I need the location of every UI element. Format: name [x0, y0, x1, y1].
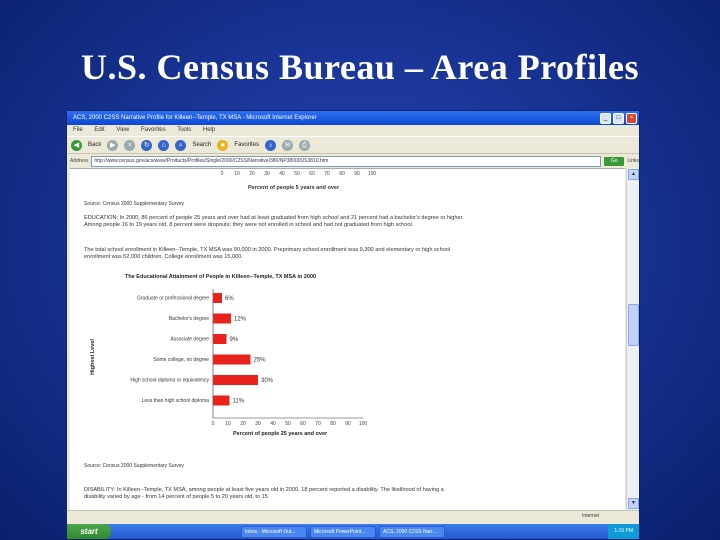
- system-tray-clock: 1:15 PM: [608, 524, 639, 539]
- back-arrow-icon[interactable]: ◀: [71, 139, 82, 151]
- bar: [213, 395, 230, 406]
- taskbar-item-outlook[interactable]: Inbox - Microsoft Out...: [241, 525, 307, 538]
- favorites-button-label[interactable]: Favorites: [234, 136, 259, 154]
- top-axis-tick-label: 50: [294, 171, 300, 177]
- bottom-source: Source: Census 2000 Supplementary Survey: [84, 463, 185, 469]
- menu-help[interactable]: Help: [203, 127, 215, 133]
- top-axis-tick-label: 0: [221, 171, 224, 177]
- category-label: High school diploma or equivalency: [130, 378, 209, 384]
- taskbar-item-browser[interactable]: ACS, 2000 C2SS Narr...: [379, 525, 445, 538]
- top-axis-tick-label: 90: [354, 171, 360, 177]
- x-tick-label: 50: [285, 421, 291, 427]
- category-label: Less than high school diploma: [142, 398, 209, 404]
- x-tick-label: 80: [330, 421, 336, 427]
- top-axis-tick-label: 70: [324, 171, 330, 177]
- bar-data-label: 25%: [254, 358, 267, 364]
- chart-title: The Educational Attainment of People in …: [125, 274, 316, 280]
- top-axis-tick-label: 40: [279, 171, 285, 177]
- mail-icon[interactable]: ✉: [282, 139, 294, 151]
- menu-file[interactable]: File: [73, 127, 83, 133]
- taskbar: start Inbox - Microsoft Out... Microsoft…: [67, 524, 639, 539]
- bar-data-label: 6%: [225, 296, 234, 302]
- top-axis-title: Percent of people 5 years and over: [248, 185, 340, 191]
- status-bar: Internet: [67, 510, 639, 520]
- category-label: Bachelor's degree: [169, 316, 209, 322]
- top-axis-tick-label: 10: [234, 171, 240, 177]
- forward-arrow-icon[interactable]: ▶: [107, 139, 119, 151]
- window-titlebar[interactable]: ACS, 2000 C2SS Narrative Profile for Kil…: [67, 111, 639, 125]
- address-label: Address: [70, 158, 89, 164]
- y-axis-title: Highest Level: [90, 339, 96, 375]
- x-tick-label: 40: [270, 421, 276, 427]
- x-tick-label: 100: [359, 421, 368, 427]
- disability-paragraph: DISABILITY: In Killeen--Temple, TX MSA, …: [84, 487, 444, 500]
- top-axis-tick-label: 30: [264, 171, 270, 177]
- browser-window: ACS, 2000 C2SS Narrative Profile for Kil…: [66, 110, 640, 540]
- window-title: ACS, 2000 C2SS Narrative Profile for Kil…: [73, 115, 317, 121]
- menu-favorites[interactable]: Favorites: [141, 127, 166, 133]
- page-content: 0 10 20 30 40 50 60 70 80 90 100 Percent of people…: [70, 168, 625, 511]
- stop-icon[interactable]: ×: [124, 139, 136, 151]
- vertical-scrollbar[interactable]: ▲ ▼: [626, 168, 639, 510]
- start-button[interactable]: start: [67, 524, 111, 539]
- bar: [213, 375, 258, 385]
- x-tick-label: 10: [225, 421, 231, 427]
- address-bar: Address http://www.census.gov/acs/www/Pr…: [67, 155, 639, 167]
- minimize-button[interactable]: _: [600, 113, 611, 124]
- bar: [213, 293, 222, 303]
- bar: [213, 334, 227, 344]
- x-tick-label: 20: [240, 421, 246, 427]
- scroll-thumb[interactable]: [628, 304, 639, 346]
- menu-tools[interactable]: Tools: [177, 127, 191, 133]
- bar: [213, 354, 251, 365]
- top-axis-tick-label: 80: [339, 171, 345, 177]
- x-tick-label: 30: [255, 421, 261, 427]
- search-icon[interactable]: ⌕: [175, 139, 187, 151]
- menu-bar: File Edit View Favorites Tools Help: [67, 125, 639, 136]
- taskbar-item-powerpoint[interactable]: Microsoft PowerPoint...: [310, 525, 376, 538]
- education-paragraph: EDUCATION: In 2000, 86 percent of people…: [84, 215, 464, 228]
- browser-toolbar: ◀ Back ▶ × ↻ ⌂ ⌕ Search ★ Favorites ♪ ✉ …: [67, 136, 639, 154]
- bar-data-label: 9%: [230, 337, 239, 343]
- top-source: Source: Census 2000 Supplementary Survey: [84, 201, 185, 207]
- top-axis-tick-label: 100: [368, 171, 377, 177]
- bar-data-label: 12%: [234, 317, 247, 323]
- x-tick-label: 0: [212, 421, 215, 427]
- x-tick-label: 90: [345, 421, 351, 427]
- slide-title: U.S. Census Bureau – Area Profiles: [80, 47, 640, 87]
- home-icon[interactable]: ⌂: [158, 139, 170, 151]
- category-label: Some college, no degree: [153, 357, 209, 363]
- top-axis-tick-label: 20: [249, 171, 255, 177]
- media-icon[interactable]: ♪: [265, 139, 277, 151]
- bar-data-label: 11%: [233, 399, 245, 405]
- top-axis: 0 10 20 30 40 50 60 70 80 90 100: [221, 171, 377, 177]
- favorites-star-icon[interactable]: ★: [217, 139, 229, 151]
- links-label[interactable]: Links: [627, 155, 639, 167]
- x-axis-title: Percent of people 25 years and over: [233, 431, 328, 437]
- category-label: Graduate or professional degree: [137, 296, 209, 302]
- x-tick-label: 70: [315, 421, 321, 427]
- menu-view[interactable]: View: [116, 127, 129, 133]
- maximize-button[interactable]: □: [613, 113, 624, 124]
- scroll-up-icon[interactable]: ▲: [628, 169, 639, 180]
- print-icon[interactable]: ⎙: [299, 139, 311, 151]
- enrollment-paragraph: The total school enrollment in Killeen--…: [84, 247, 451, 260]
- address-input[interactable]: http://www.census.gov/acs/www/Products/P…: [91, 155, 602, 167]
- go-button[interactable]: Go: [604, 156, 625, 166]
- bar-data-label: 30%: [261, 378, 274, 384]
- back-button-label[interactable]: Back: [88, 136, 101, 154]
- bar: [213, 313, 231, 324]
- x-tick-label: 60: [300, 421, 306, 427]
- top-axis-tick-label: 60: [309, 171, 315, 177]
- status-zone: Internet: [582, 513, 599, 519]
- category-label: Associate degree: [170, 337, 209, 343]
- search-button-label[interactable]: Search: [192, 136, 211, 154]
- refresh-icon[interactable]: ↻: [141, 139, 153, 151]
- menu-edit[interactable]: Edit: [94, 127, 104, 133]
- education-chart: The Educational Attainment of People in …: [90, 274, 367, 437]
- scroll-down-icon[interactable]: ▼: [628, 498, 639, 509]
- close-button[interactable]: ×: [626, 113, 637, 124]
